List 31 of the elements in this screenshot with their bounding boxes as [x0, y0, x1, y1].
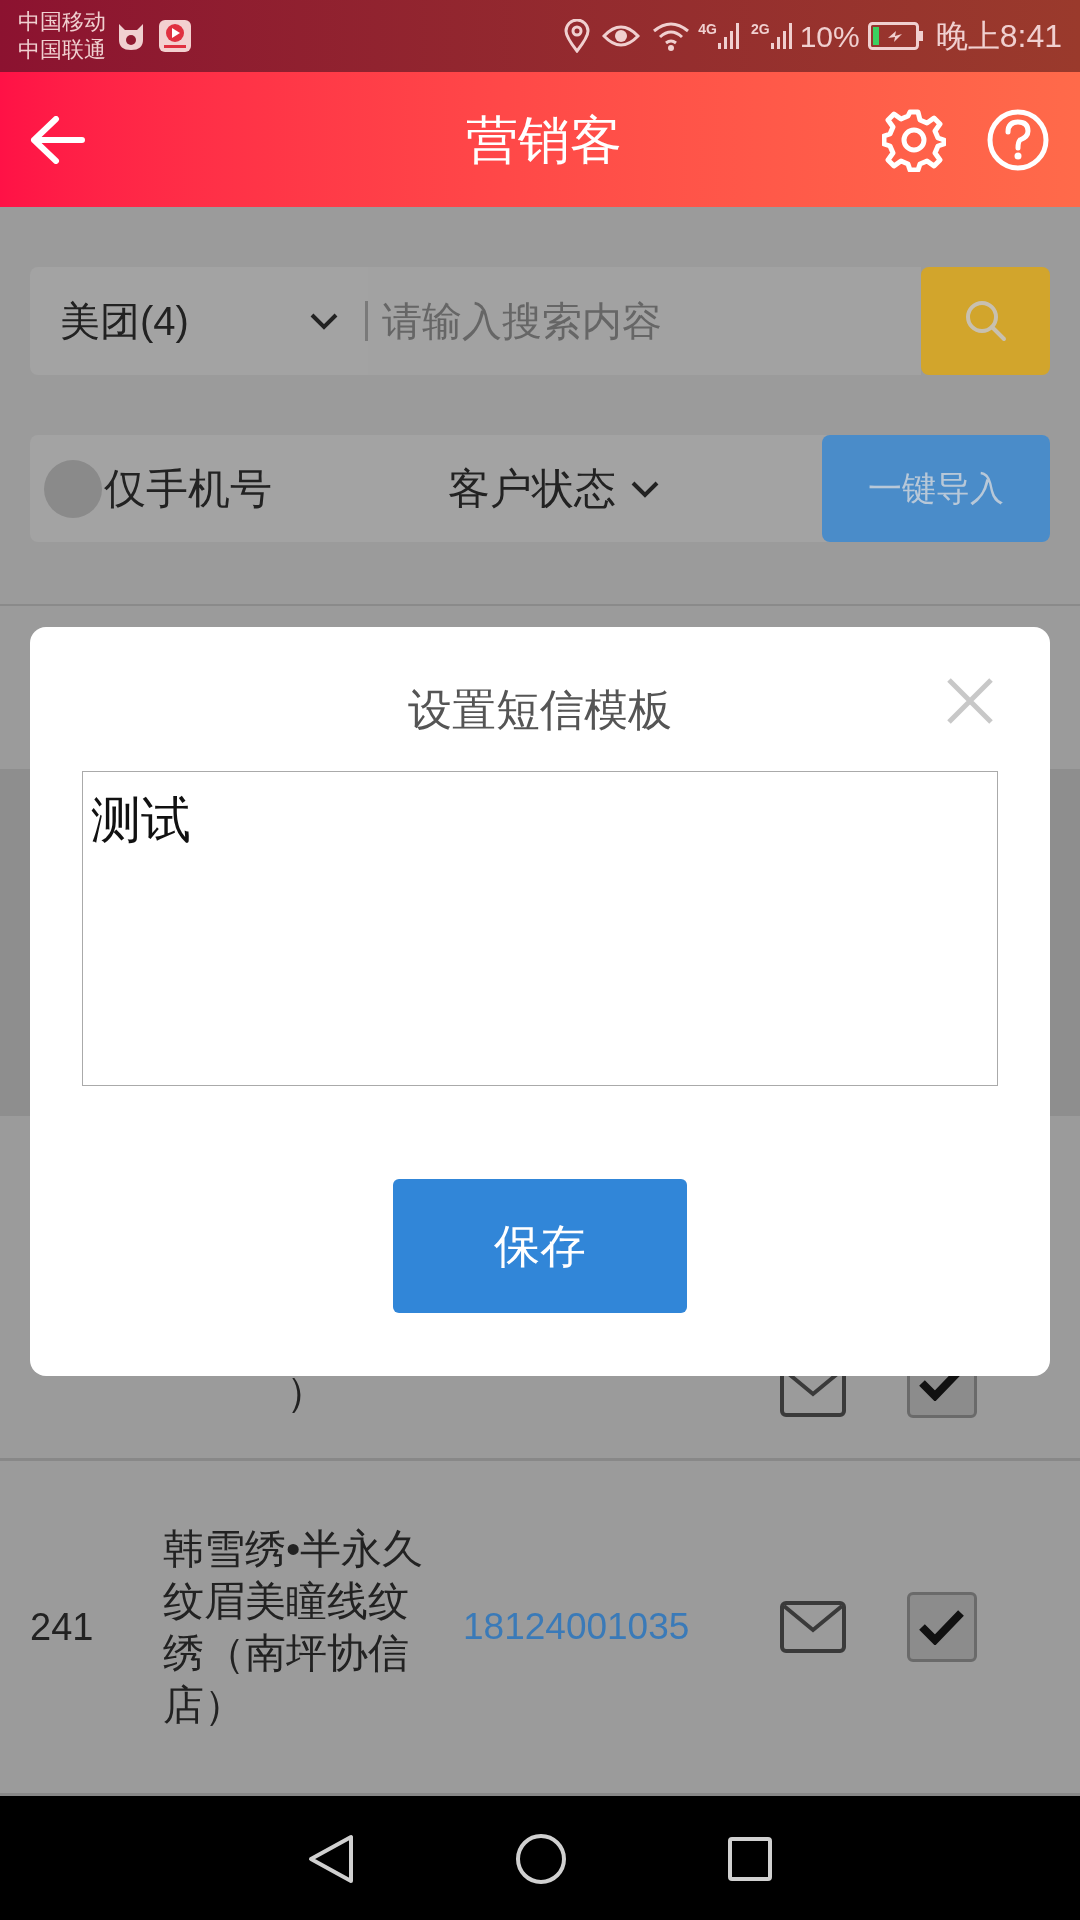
chevron-down-icon	[309, 312, 339, 330]
status-dropdown[interactable]: 客户状态	[448, 457, 660, 520]
back-triangle-icon[interactable]	[307, 1832, 355, 1885]
phone-only-label: 仅手机号	[104, 464, 272, 514]
chevron-down-icon	[630, 479, 660, 498]
home-circle-icon[interactable]	[515, 1832, 567, 1885]
customer-name: ）	[286, 1369, 327, 1415]
page-title: 营销客	[466, 109, 622, 171]
carrier-label: 中国联通	[18, 36, 106, 64]
battery-charging-icon	[867, 22, 924, 50]
settings-icon[interactable]	[882, 107, 946, 172]
video-app-icon	[158, 19, 192, 53]
checkmark-icon	[919, 1609, 965, 1645]
checkbox[interactable]	[907, 1592, 977, 1662]
back-arrow-icon[interactable]	[30, 115, 86, 164]
save-button[interactable]: 保存	[393, 1179, 687, 1313]
customer-name: 韩雪绣•半永久纹眉美瞳线纹绣（南坪协信店）	[163, 1526, 424, 1728]
row-number: 241	[30, 1604, 95, 1650]
location-icon	[564, 19, 591, 53]
wifi-icon	[652, 21, 691, 51]
carrier-label: 中国移动	[18, 8, 106, 36]
clock: 晚上8:41	[935, 17, 1062, 56]
search-icon	[963, 299, 1008, 343]
recents-square-icon[interactable]	[727, 1835, 773, 1882]
search-field[interactable]: 请输入搜索内容	[368, 267, 921, 375]
message-field[interactable]: 测试	[82, 771, 998, 1086]
network-label: 2G	[751, 21, 770, 37]
help-icon[interactable]	[986, 107, 1050, 172]
dialog-title: 设置短信模板	[408, 684, 672, 736]
battery-percent: 10%	[799, 18, 860, 55]
network-label: 4G	[698, 21, 717, 37]
